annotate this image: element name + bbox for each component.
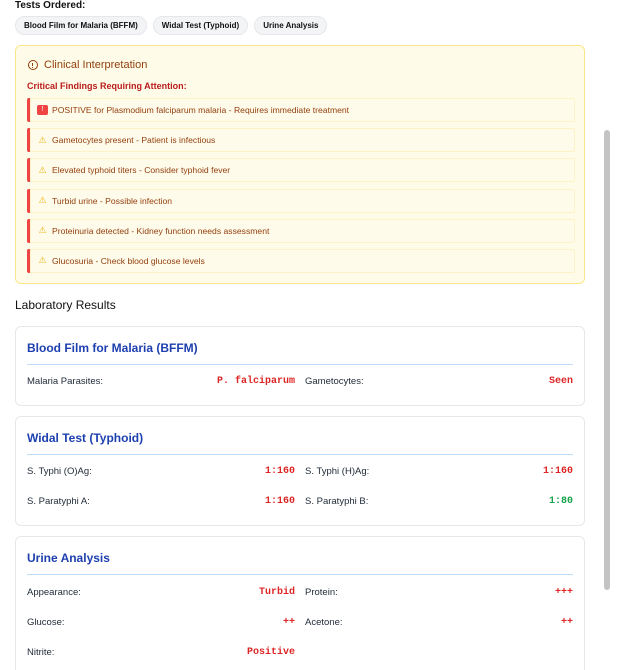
result-label: S. Typhi (O)Ag:	[27, 466, 92, 477]
clinical-interpretation-title: Clinical Interpretation	[44, 59, 148, 71]
clinical-interpretation-panel: Clinical Interpretation Critical Finding…	[15, 45, 585, 284]
urine-divider	[27, 574, 573, 575]
red-alert-icon: !	[37, 105, 48, 115]
clinical-interpretation-header: Clinical Interpretation	[28, 59, 147, 71]
finding-text: Glucosuria - Check blood glucose levels	[52, 255, 205, 266]
urine-title: Urine Analysis	[27, 551, 110, 565]
result-row: Malaria Parasites: P. falciparum Gametoc…	[27, 376, 573, 390]
finding-text: Elevated typhoid titers - Consider typho…	[52, 165, 231, 176]
finding-item: ⚠ Gametocytes present - Patient is infec…	[27, 128, 575, 153]
bffm-card: Blood Film for Malaria (BFFM) Malaria Pa…	[15, 326, 585, 406]
result-value: P. falciparum	[216, 376, 295, 387]
result-label: Appearance:	[27, 587, 81, 598]
finding-item: ⚠ Turbid urine - Possible infection	[27, 188, 575, 213]
findings-list: ! POSITIVE for Plasmodium falciparum mal…	[27, 98, 575, 279]
scrollbar-thumb[interactable]	[604, 130, 610, 590]
bffm-divider	[27, 364, 573, 365]
result-row: S. Paratyphi A: 1:160 S. Paratyphi B: 1:…	[27, 496, 573, 510]
result-label: S. Typhi (H)Ag:	[305, 466, 370, 477]
test-chip-urine: Urine Analysis	[254, 16, 328, 35]
finding-item: ⚠ Elevated typhoid titers - Consider typ…	[27, 158, 575, 183]
finding-item: ⚠ Proteinuria detected - Kidney function…	[27, 218, 575, 243]
laboratory-results-heading: Laboratory Results	[15, 298, 116, 312]
result-value: Turbid	[258, 587, 295, 598]
result-row: Glucose: ++ Acetone: ++	[27, 617, 573, 631]
result-value: Seen	[548, 376, 573, 387]
finding-item: ⚠ Glucosuria - Check blood glucose level…	[27, 248, 575, 273]
finding-text: Gametocytes present - Patient is infecti…	[52, 135, 216, 146]
tests-ordered-label: Tests Ordered:	[15, 0, 86, 11]
result-row: Appearance: Turbid Protein: +++	[27, 587, 573, 601]
test-chip-widal: Widal Test (Typhoid)	[152, 16, 249, 35]
result-value: 1:160	[264, 466, 295, 477]
finding-item: ! POSITIVE for Plasmodium falciparum mal…	[27, 98, 575, 122]
critical-findings-label: Critical Findings Requiring Attention:	[27, 81, 187, 91]
result-value: 1:160	[264, 496, 295, 507]
result-label: S. Paratyphi A:	[27, 496, 90, 507]
result-label: S. Paratyphi B:	[305, 496, 369, 507]
result-row: S. Typhi (O)Ag: 1:160 S. Typhi (H)Ag: 1:…	[27, 466, 573, 480]
result-value: +++	[554, 587, 573, 598]
test-chip-bffm: Blood Film for Malaria (BFFM)	[15, 16, 147, 35]
result-value: ++	[560, 617, 573, 628]
result-label: Malaria Parasites:	[27, 376, 104, 387]
result-value: 1:80	[548, 496, 573, 507]
tests-ordered-section: Tests Ordered: Blood Film for Malaria (B…	[15, 0, 585, 35]
finding-text: POSITIVE for Plasmodium falciparum malar…	[52, 105, 350, 115]
test-chips: Blood Film for Malaria (BFFM) Widal Test…	[15, 16, 585, 35]
widal-title: Widal Test (Typhoid)	[27, 431, 144, 445]
result-value: ++	[282, 617, 295, 628]
warning-icon: ⚠	[38, 255, 47, 266]
finding-text: Turbid urine - Possible infection	[52, 195, 173, 206]
bffm-title: Blood Film for Malaria (BFFM)	[27, 341, 198, 355]
result-label: Nitrite:	[27, 647, 55, 658]
warning-icon: ⚠	[38, 195, 47, 206]
finding-text: Proteinuria detected - Kidney function n…	[52, 225, 270, 236]
result-label: Glucose:	[27, 617, 65, 628]
widal-card: Widal Test (Typhoid) S. Typhi (O)Ag: 1:1…	[15, 416, 585, 526]
info-icon	[28, 60, 38, 70]
lab-report-modal: Tests Ordered: Blood Film for Malaria (B…	[0, 0, 618, 670]
warning-icon: ⚠	[38, 134, 47, 145]
result-row: Nitrite: Positive	[27, 647, 573, 661]
urine-card: Urine Analysis Appearance: Turbid Protei…	[15, 536, 585, 670]
result-label: Acetone:	[305, 617, 343, 628]
result-value: 1:160	[542, 466, 573, 477]
warning-icon: ⚠	[38, 225, 47, 236]
result-label: Gametocytes:	[305, 376, 364, 387]
result-value: Positive	[246, 647, 295, 658]
warning-icon: ⚠	[38, 164, 47, 175]
widal-divider	[27, 454, 573, 455]
result-label: Protein:	[305, 587, 338, 598]
